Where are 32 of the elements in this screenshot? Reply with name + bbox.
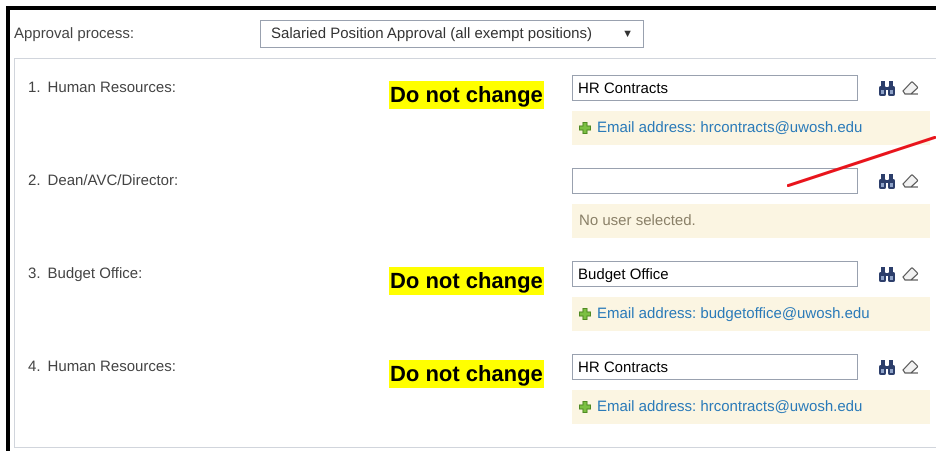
plus-icon bbox=[579, 122, 591, 134]
email-link[interactable]: Email address: hrcontracts@uwosh.edu bbox=[597, 396, 862, 418]
binoculars-icon[interactable] bbox=[878, 266, 896, 282]
step-number: 4. bbox=[28, 357, 41, 377]
binoculars-icon[interactable] bbox=[878, 80, 896, 96]
step-label: Human Resources: bbox=[48, 357, 176, 377]
step-label: Dean/AVC/Director: bbox=[48, 171, 178, 191]
eraser-icon[interactable] bbox=[902, 267, 919, 281]
plus-icon bbox=[579, 401, 591, 413]
process-dropdown[interactable]: Salaried Position Approval (all exempt positions) ▼ bbox=[260, 20, 644, 48]
user-field[interactable]: HR Contracts bbox=[572, 354, 858, 380]
binoculars-icon[interactable] bbox=[878, 174, 896, 188]
status-text: No user selected. bbox=[579, 210, 696, 231]
user-field[interactable]: HR Contracts bbox=[572, 75, 858, 101]
step-number: 1. bbox=[28, 78, 41, 98]
binoculars-icon[interactable] bbox=[878, 360, 896, 374]
step-label: Human Resources: bbox=[48, 78, 176, 98]
user-field[interactable] bbox=[572, 168, 858, 194]
highlighted-note: Do not change bbox=[389, 267, 544, 295]
email-link[interactable]: Email address: hrcontracts@uwosh.edu bbox=[597, 116, 862, 140]
step-label: Budget Office: bbox=[48, 264, 142, 284]
email-link[interactable]: Email address: budgetoffice@uwosh.edu bbox=[597, 302, 870, 326]
user-field[interactable]: Budget Office bbox=[572, 261, 858, 287]
step-number: 3. bbox=[28, 264, 41, 284]
field-label: Approval process: bbox=[14, 24, 136, 44]
eraser-icon[interactable] bbox=[902, 174, 919, 188]
eraser-icon[interactable] bbox=[902, 81, 919, 95]
highlighted-note: Do not change bbox=[389, 81, 544, 109]
eraser-icon[interactable] bbox=[902, 360, 919, 374]
step-number: 2. bbox=[28, 171, 41, 191]
highlighted-note: Do not change bbox=[389, 360, 544, 388]
plus-icon bbox=[579, 308, 591, 320]
